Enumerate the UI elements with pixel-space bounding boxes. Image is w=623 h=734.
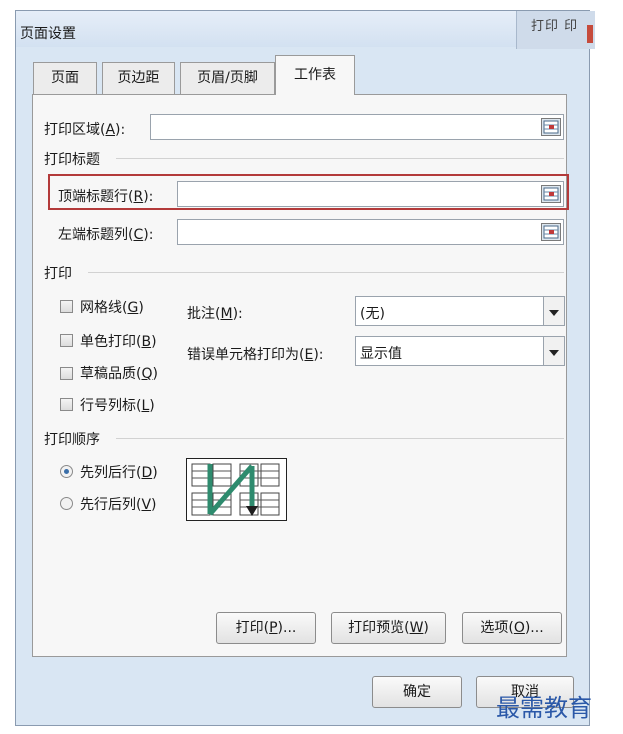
over-then-down-radio[interactable] — [60, 497, 73, 510]
ok-button[interactable]: 确定 — [372, 676, 462, 708]
page-order-preview-icon — [186, 458, 287, 521]
tab-header-footer[interactable]: 页眉/页脚 — [180, 62, 275, 94]
left-columns-input[interactable] — [177, 219, 564, 245]
gridlines-checkbox[interactable] — [60, 300, 73, 313]
cell-errors-value: 显示值 — [360, 346, 402, 362]
draft-quality-label[interactable]: 草稿品质(Q) — [80, 363, 158, 383]
comments-value: (无) — [360, 306, 385, 322]
draft-quality-checkbox[interactable] — [60, 367, 73, 380]
print-titles-section-label: 打印标题 — [44, 152, 100, 168]
gridlines-label[interactable]: 网格线(G) — [80, 297, 144, 317]
tab-page[interactable]: 页面 — [33, 62, 97, 94]
row-col-headings-label[interactable]: 行号列标(L) — [80, 395, 155, 415]
options-button[interactable]: 选项(O)... — [462, 612, 562, 644]
chevron-down-icon[interactable] — [543, 297, 564, 325]
page-order-section-label: 打印顺序 — [44, 432, 100, 448]
range-select-icon — [543, 120, 559, 134]
print-section-label: 打印 — [44, 266, 72, 282]
comments-select[interactable]: (无) — [355, 296, 565, 326]
dialog-title: 页面设置 — [20, 26, 76, 42]
background-window: 打印 印 — [516, 11, 595, 49]
tab-sheet[interactable]: 工作表 — [275, 55, 355, 95]
close-icon[interactable] — [587, 25, 593, 43]
top-rows-input[interactable] — [177, 181, 564, 207]
print-separator — [88, 272, 564, 273]
down-then-over-label[interactable]: 先列后行(D) — [80, 462, 158, 482]
comments-label: 批注(M): — [187, 306, 243, 322]
top-rows-collapse-button[interactable] — [541, 185, 561, 203]
black-white-label[interactable]: 单色打印(B) — [80, 331, 157, 351]
over-then-down-label[interactable]: 先行后列(V) — [80, 494, 157, 514]
top-rows-label: 顶端标题行(R): — [58, 189, 154, 205]
range-select-icon — [543, 225, 559, 239]
print-titles-separator — [116, 158, 564, 159]
page-order-separator — [116, 438, 564, 439]
range-select-icon — [543, 187, 559, 201]
cell-errors-select[interactable]: 显示值 — [355, 336, 565, 366]
print-area-input[interactable] — [150, 114, 564, 140]
print-preview-button[interactable]: 打印预览(W) — [331, 612, 446, 644]
left-columns-collapse-button[interactable] — [541, 223, 561, 241]
watermark: 最需教育 — [496, 694, 592, 722]
cell-errors-label: 错误单元格打印为(E): — [187, 347, 324, 363]
print-button[interactable]: 打印(P)... — [216, 612, 316, 644]
chevron-down-icon[interactable] — [543, 337, 564, 365]
tab-margins[interactable]: 页边距 — [102, 62, 175, 94]
row-col-headings-checkbox[interactable] — [60, 398, 73, 411]
black-white-checkbox[interactable] — [60, 334, 73, 347]
left-columns-label: 左端标题列(C): — [58, 227, 154, 243]
down-then-over-radio[interactable] — [60, 465, 73, 478]
dialog-titlebar[interactable]: 页面设置 打印 印 — [16, 11, 595, 49]
print-area-collapse-button[interactable] — [541, 118, 561, 136]
print-area-label: 打印区域(A): — [44, 122, 126, 138]
background-window-text: 打印 印 — [531, 19, 579, 34]
